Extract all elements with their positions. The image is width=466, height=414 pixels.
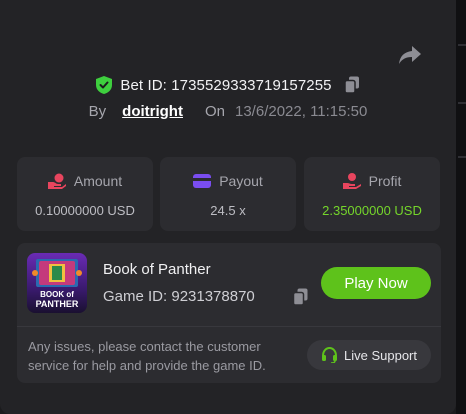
game-title: Book of Panther: [103, 261, 211, 278]
copy-bet-id-icon[interactable]: [343, 76, 360, 94]
bet-detail-modal: Bet ID: 1735529333719157255 By doitright…: [0, 0, 456, 414]
username-link[interactable]: doitright: [122, 103, 183, 120]
card-icon: [193, 174, 212, 188]
profit-hand-icon: [342, 173, 361, 189]
profit-header: Profit: [304, 173, 440, 189]
divider: [17, 326, 441, 327]
copy-game-id-icon[interactable]: [293, 288, 308, 306]
payout-header: Payout: [160, 173, 296, 189]
background-edge: [456, 0, 466, 414]
game-card: BOOK of PANTHER Book of Panther Game ID:…: [17, 243, 441, 383]
share-icon[interactable]: [398, 44, 422, 66]
amount-card: Amount 0.10000000 USD: [17, 157, 153, 231]
support-notice: Any issues, please contact the customer …: [28, 339, 266, 373]
payout-label: Payout: [219, 173, 263, 189]
amount-value: 0.10000000 USD: [35, 203, 135, 218]
on-label: On: [204, 102, 225, 120]
amount-header: Amount: [17, 173, 153, 189]
bet-date: 13/6/2022, 11:15:50: [235, 102, 368, 120]
game-id: Game ID: 9231378870: [103, 288, 255, 305]
payout-value: 24.5 x: [210, 203, 246, 218]
profit-value: 2.35000000 USD: [322, 203, 422, 218]
bet-meta-row: By doitright On 13/6/2022, 11:15:50: [0, 100, 456, 122]
bet-id-text: Bet ID: 1735529333719157255: [120, 76, 332, 94]
thumbnail-text-bottom: PANTHER: [36, 299, 79, 309]
by-label: By: [88, 102, 107, 120]
verified-shield-icon: [96, 76, 113, 94]
thumbnail-text-top: BOOK of: [40, 290, 74, 299]
live-support-label: Live Support: [344, 347, 417, 363]
headset-icon: [322, 347, 337, 363]
amount-label: Amount: [73, 173, 123, 189]
play-now-button[interactable]: Play Now: [321, 267, 431, 299]
profit-card: Profit 2.35000000 USD: [304, 157, 440, 231]
payout-card: Payout 24.5 x: [160, 157, 296, 231]
bet-id-row: Bet ID: 1735529333719157255: [0, 74, 456, 96]
live-support-button[interactable]: Live Support: [307, 340, 431, 370]
profit-label: Profit: [368, 173, 402, 189]
game-thumbnail[interactable]: BOOK of PANTHER: [27, 253, 87, 313]
coins-hand-icon: [47, 173, 66, 189]
